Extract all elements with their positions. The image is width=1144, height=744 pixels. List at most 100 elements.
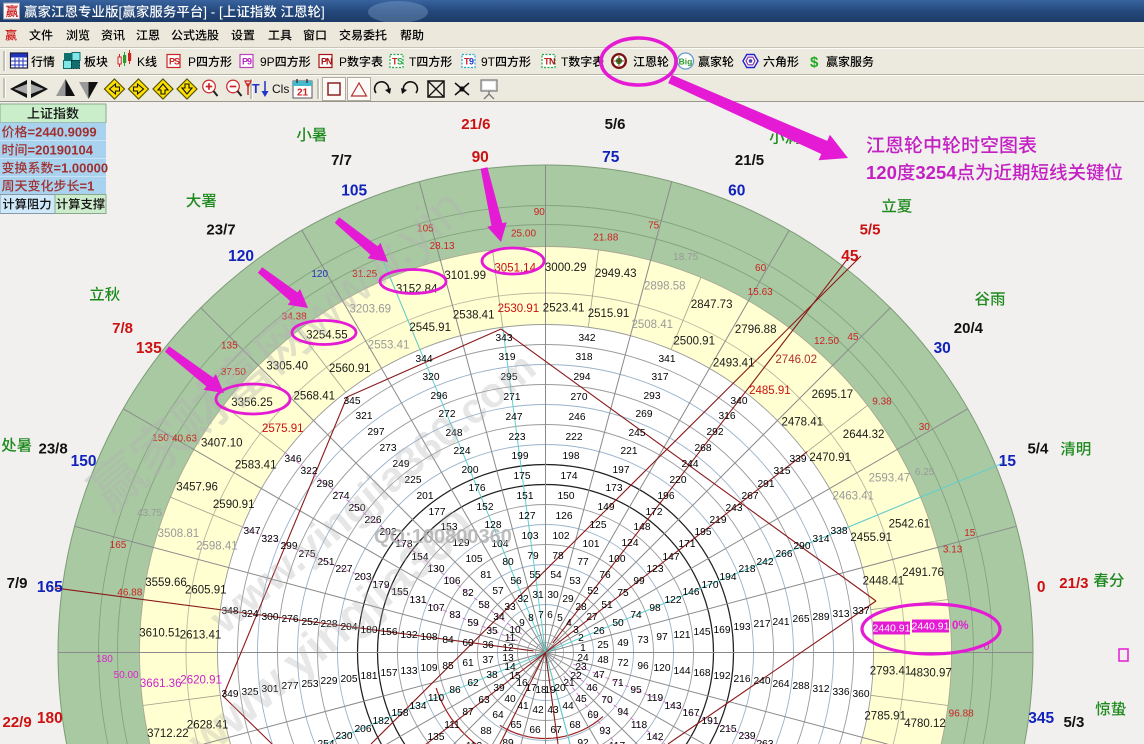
svg-text:45: 45	[841, 248, 859, 265]
svg-text:6: 6	[547, 610, 553, 621]
svg-text:288: 288	[793, 681, 810, 692]
svg-text:94: 94	[617, 707, 629, 718]
svg-text:320: 320	[423, 372, 440, 383]
svg-text:2478.41: 2478.41	[782, 416, 824, 428]
svg-text:125: 125	[590, 520, 607, 531]
svg-text:290: 290	[794, 541, 811, 552]
svg-text:2515.91: 2515.91	[588, 308, 630, 320]
svg-text:30: 30	[919, 422, 931, 433]
svg-text:S: S	[174, 57, 180, 67]
svg-text:254: 254	[318, 739, 335, 744]
svg-text:31: 31	[532, 590, 544, 601]
svg-text:64: 64	[492, 710, 504, 721]
svg-text:229: 229	[321, 676, 338, 687]
svg-text:40.63: 40.63	[172, 433, 197, 444]
svg-text:146: 146	[683, 587, 700, 598]
svg-text:2: 2	[578, 633, 584, 644]
svg-text:75: 75	[617, 588, 629, 599]
svg-text:T: T	[561, 55, 569, 69]
svg-text:2949.43: 2949.43	[595, 268, 637, 280]
svg-text:5/4: 5/4	[1027, 441, 1049, 458]
svg-text:201: 201	[417, 491, 434, 502]
svg-text:12.50: 12.50	[814, 336, 839, 347]
svg-text:88: 88	[480, 726, 492, 737]
svg-text:33: 33	[504, 602, 516, 613]
svg-text:65: 65	[510, 720, 522, 731]
svg-text:2785.91: 2785.91	[864, 711, 906, 723]
svg-text:149: 149	[598, 502, 615, 513]
svg-text:63: 63	[478, 695, 490, 706]
svg-text:15: 15	[999, 453, 1017, 470]
svg-text:40: 40	[504, 694, 516, 705]
svg-text:151: 151	[517, 491, 534, 502]
svg-text:2898.58: 2898.58	[644, 280, 686, 292]
svg-text:N: N	[326, 57, 333, 67]
svg-text:343: 343	[496, 333, 513, 344]
svg-text:55: 55	[529, 570, 541, 581]
svg-text:32: 32	[517, 594, 529, 605]
svg-text:100: 100	[609, 554, 626, 565]
svg-text:7/7: 7/7	[331, 152, 352, 169]
svg-text:2493.41: 2493.41	[713, 358, 755, 370]
svg-text:] - [: ] - [	[203, 5, 223, 20]
svg-text:217: 217	[754, 619, 771, 630]
svg-text:2485.91: 2485.91	[749, 385, 791, 397]
svg-text:45: 45	[575, 694, 587, 705]
svg-text:S: S	[397, 57, 403, 67]
svg-text:102: 102	[553, 531, 570, 542]
svg-text:126: 126	[556, 511, 573, 522]
svg-text:2695.17: 2695.17	[812, 389, 854, 401]
svg-text:P: P	[188, 55, 196, 69]
svg-text:2560.91: 2560.91	[329, 363, 371, 375]
svg-text:2575.91: 2575.91	[262, 423, 304, 435]
svg-text:34: 34	[493, 612, 505, 623]
svg-text:223: 223	[509, 432, 526, 443]
svg-text:106: 106	[444, 576, 461, 587]
svg-text:44: 44	[562, 701, 574, 712]
svg-text:61: 61	[462, 658, 474, 669]
svg-text:266: 266	[776, 549, 793, 560]
svg-text:75: 75	[602, 149, 620, 166]
svg-text:9: 9	[247, 57, 252, 67]
svg-text:89: 89	[502, 738, 514, 744]
svg-text:135: 135	[221, 341, 238, 352]
svg-text:124: 124	[622, 538, 639, 549]
svg-text:4: 4	[566, 618, 572, 629]
svg-text:69: 69	[587, 710, 599, 721]
svg-text:T: T	[409, 55, 417, 69]
svg-text:134: 134	[410, 701, 427, 712]
svg-text:52: 52	[587, 586, 599, 597]
svg-text:51: 51	[601, 600, 613, 611]
svg-text:85: 85	[442, 661, 454, 672]
svg-text:345: 345	[1028, 710, 1054, 727]
svg-text:216: 216	[734, 674, 751, 685]
svg-text:2613.41: 2613.41	[180, 629, 222, 641]
svg-text:30: 30	[934, 340, 951, 357]
svg-text:47: 47	[593, 670, 605, 681]
svg-text:219: 219	[710, 515, 727, 526]
svg-text:53: 53	[569, 576, 581, 587]
svg-text:2500.91: 2500.91	[673, 336, 715, 348]
svg-text:41: 41	[517, 701, 529, 712]
svg-text:N: N	[549, 57, 556, 67]
svg-text:239: 239	[739, 731, 756, 742]
svg-text:43.75: 43.75	[137, 508, 162, 519]
svg-text:7: 7	[538, 610, 544, 621]
svg-text:30: 30	[547, 590, 559, 601]
svg-text:9.38: 9.38	[872, 397, 892, 408]
svg-text:81: 81	[480, 570, 492, 581]
svg-text:118: 118	[631, 720, 648, 731]
svg-text:175: 175	[514, 471, 531, 482]
svg-text:26: 26	[593, 626, 605, 637]
svg-text:127: 127	[519, 511, 536, 522]
svg-text:314: 314	[813, 534, 830, 545]
svg-text:67: 67	[550, 725, 562, 736]
svg-text:=2440.9099: =2440.9099	[28, 125, 97, 140]
svg-text:15: 15	[964, 528, 976, 539]
svg-text:122: 122	[665, 595, 682, 606]
svg-text:218: 218	[739, 564, 756, 575]
svg-text:145: 145	[694, 627, 711, 638]
svg-text:174: 174	[561, 471, 578, 482]
svg-text:35: 35	[486, 626, 498, 637]
svg-text:2470.91: 2470.91	[809, 452, 851, 464]
